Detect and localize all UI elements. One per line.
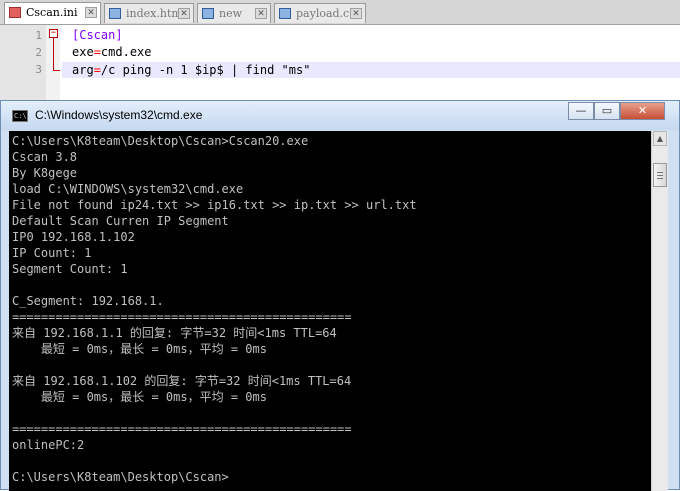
code-line-2: exe=cmd.exe xyxy=(72,45,152,59)
minimize-button[interactable]: — xyxy=(568,102,594,120)
fold-end xyxy=(53,70,60,71)
cmd-icon: C:\ xyxy=(12,110,28,122)
ini-section: [Cscan] xyxy=(72,28,123,42)
code-line-3: arg=/c ping -n 1 $ip$ | find "ms" xyxy=(72,63,310,77)
tab-new[interactable]: new ✕ xyxy=(197,3,271,23)
console-line: File not found ip24.txt >> ip16.txt >> i… xyxy=(12,198,417,212)
grip-line xyxy=(657,178,663,179)
file-icon xyxy=(202,8,214,19)
console-prompt: C:\Users\K8team\Desktop\Cscan> xyxy=(12,470,229,484)
tab-payload[interactable]: payload.c ✕ xyxy=(274,3,366,23)
console-line: IP Count: 1 xyxy=(12,246,92,260)
file-icon xyxy=(279,8,291,19)
file-icon xyxy=(109,8,121,19)
tab-cscan-ini[interactable]: Cscan.ini ✕ xyxy=(4,2,101,24)
close-button[interactable]: ✕ xyxy=(620,102,665,120)
console-output[interactable]: C:\Users\K8team\Desktop\Cscan>Cscan20.ex… xyxy=(9,131,651,491)
line-number-gutter: 1 2 3 xyxy=(0,25,47,100)
ini-key: arg xyxy=(72,63,94,77)
console-line: Default Scan Curren IP Segment xyxy=(12,214,229,228)
file-modified-icon xyxy=(9,7,21,18)
code-line-1: [Cscan] xyxy=(72,28,123,42)
ini-value: cmd.exe xyxy=(100,45,152,59)
window-title: C:\Windows\system32\cmd.exe xyxy=(35,108,203,122)
console-line: 最短 = 0ms，最长 = 0ms，平均 = 0ms xyxy=(12,390,267,404)
tab-label: new xyxy=(219,7,243,20)
console-line: ========================================… xyxy=(12,310,352,324)
fold-toggle-icon[interactable]: − xyxy=(49,29,58,38)
fold-line xyxy=(53,38,54,70)
console-line: Cscan 3.8 xyxy=(12,150,78,164)
ini-operator: = xyxy=(93,45,101,59)
tab-label: index.htm xyxy=(126,7,182,20)
line-number: 3 xyxy=(35,63,42,76)
console-line: By K8gege xyxy=(12,166,78,180)
scroll-thumb[interactable] xyxy=(653,163,667,187)
cmd-titlebar[interactable]: C:\ C:\Windows\system32\cmd.exe — ▭ ✕ xyxy=(1,101,679,130)
close-tab-icon[interactable]: ✕ xyxy=(350,8,362,19)
tab-label: Cscan.ini xyxy=(26,6,78,19)
editor-tabbar: Cscan.ini ✕ index.htm ✕ new ✕ payload.c … xyxy=(0,0,680,25)
console-line: IP0 192.168.1.102 xyxy=(12,230,135,244)
console-line: 最短 = 0ms，最长 = 0ms，平均 = 0ms xyxy=(12,342,267,356)
grip-line xyxy=(657,172,663,173)
console-line: load C:\WINDOWS\system32\cmd.exe xyxy=(12,182,244,196)
console-line: 来自 192.168.1.102 的回复: 字节=32 时间<1ms TTL=6… xyxy=(12,374,352,388)
console-line: C_Segment: 192.168.1. xyxy=(12,294,164,308)
cmd-window: C:\ C:\Windows\system32\cmd.exe — ▭ ✕ C:… xyxy=(0,100,680,491)
console-line: C:\Users\K8team\Desktop\Cscan>Cscan20.ex… xyxy=(12,134,309,148)
ini-operator: = xyxy=(93,63,101,77)
tab-index-htm[interactable]: index.htm ✕ xyxy=(104,3,194,23)
line-number: 2 xyxy=(35,46,42,59)
vertical-scrollbar[interactable]: ▲ xyxy=(651,131,668,491)
tab-label: payload.c xyxy=(296,7,350,20)
grip-line xyxy=(657,175,663,176)
console-line: 来自 192.168.1.1 的回复: 字节=32 时间<1ms TTL=64 xyxy=(12,326,337,340)
console-line: onlinePC:2 xyxy=(12,438,85,452)
close-tab-icon[interactable]: ✕ xyxy=(85,7,97,18)
line-number: 1 xyxy=(35,29,42,42)
close-tab-icon[interactable]: ✕ xyxy=(178,8,190,19)
close-tab-icon[interactable]: ✕ xyxy=(255,8,267,19)
maximize-button[interactable]: ▭ xyxy=(594,102,620,120)
ini-key: exe xyxy=(72,45,94,59)
scroll-up-icon[interactable]: ▲ xyxy=(653,131,667,146)
code-editor[interactable]: [Cscan] exe=cmd.exe arg=/c ping -n 1 $ip… xyxy=(62,25,680,100)
console-line: Segment Count: 1 xyxy=(12,262,128,276)
console-line: ========================================… xyxy=(12,422,352,436)
ini-value: /c ping -n 1 $ip$ | find "ms" xyxy=(100,63,311,77)
